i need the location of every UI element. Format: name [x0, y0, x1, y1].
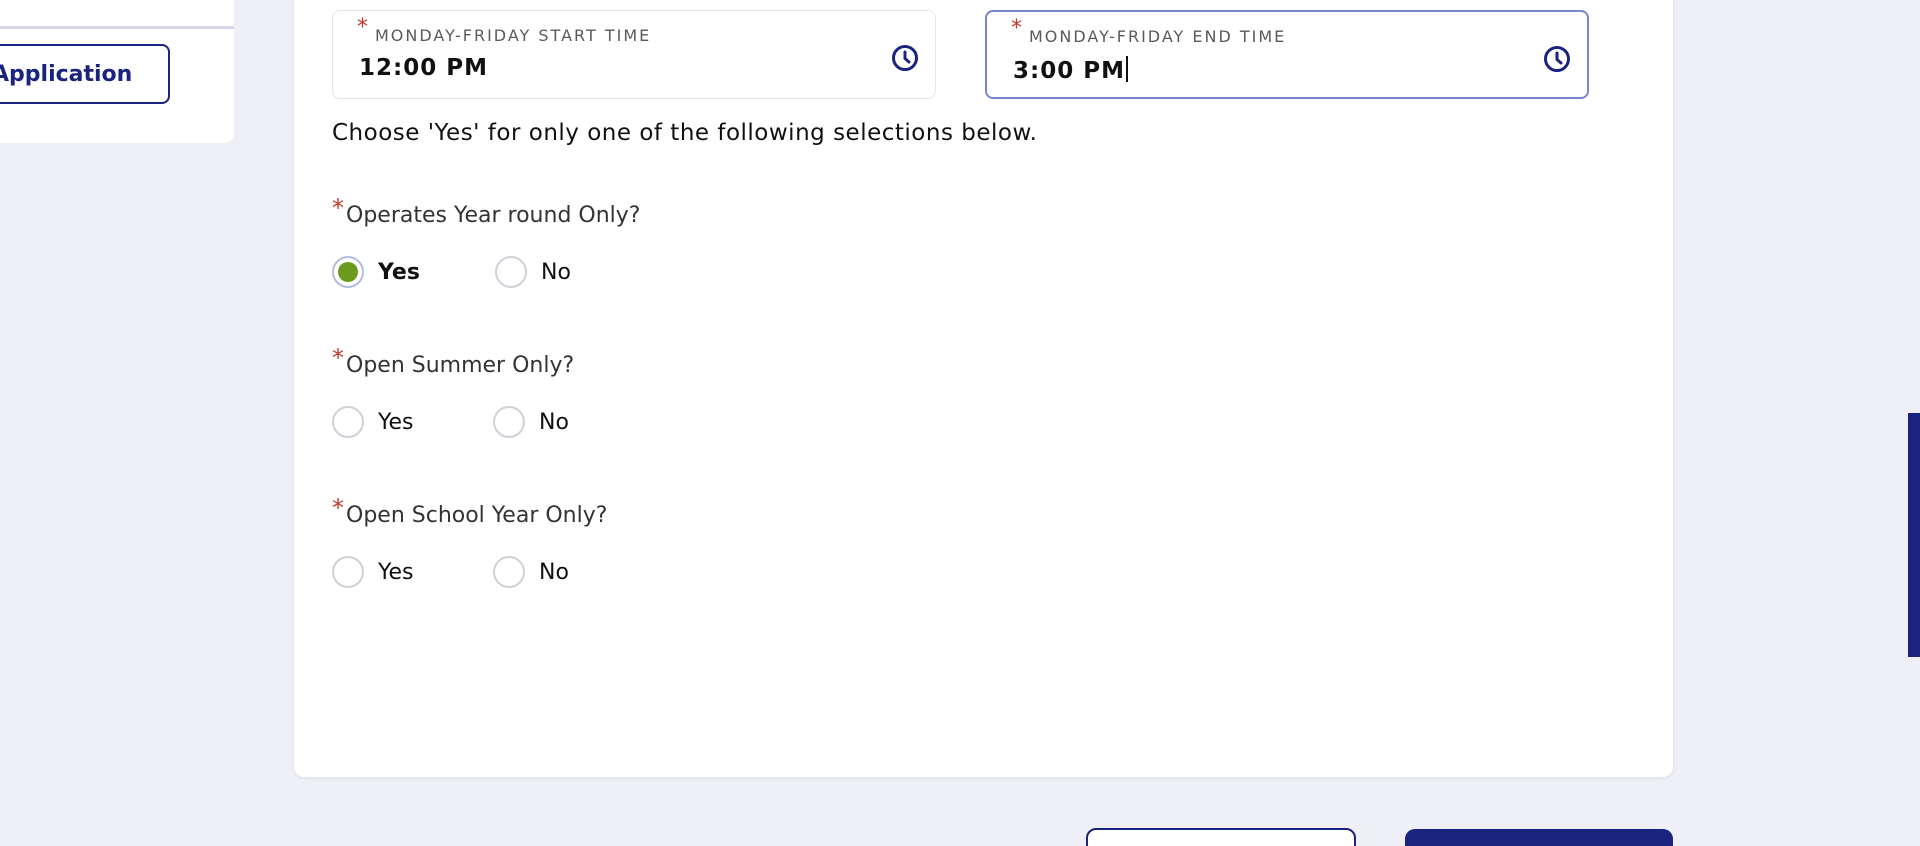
required-asterisk: * — [332, 344, 344, 372]
radio-group-school-year: Yes No — [332, 552, 932, 592]
radio-label: No — [541, 259, 571, 285]
question-school-year: *Open School Year Only? — [332, 494, 607, 528]
radio-school-year-yes[interactable]: Yes — [332, 552, 414, 592]
radio-school-year-no[interactable]: No — [493, 552, 569, 592]
radio-button[interactable] — [493, 406, 525, 438]
radio-button[interactable] — [332, 556, 364, 588]
application-button[interactable]: Application — [0, 44, 170, 104]
end-time-value: 3:00 PM — [1013, 58, 1125, 84]
question-year-round: *Operates Year round Only? — [332, 194, 640, 228]
radio-label: Yes — [378, 559, 414, 585]
question-label: Open School Year Only? — [346, 503, 608, 528]
required-asterisk: * — [1011, 16, 1022, 41]
text-cursor — [1125, 56, 1128, 82]
question-summer: *Open Summer Only? — [332, 344, 574, 378]
application-button-label: Application — [0, 61, 133, 87]
clock-icon[interactable] — [891, 44, 919, 72]
radio-group-year-round: Yes No — [332, 252, 932, 292]
secondary-action-button[interactable] — [1086, 828, 1356, 846]
sidebar-panel: Application — [0, 0, 234, 143]
radio-label: No — [539, 409, 569, 435]
radio-button[interactable] — [493, 556, 525, 588]
required-asterisk: * — [332, 194, 344, 222]
question-label: Open Summer Only? — [346, 353, 575, 378]
radio-label: Yes — [378, 409, 414, 435]
page: Application * MONDAY-FRIDAY START TIME 1… — [0, 0, 1920, 846]
radio-summer-no[interactable]: No — [493, 402, 569, 442]
radio-selected-dot — [338, 262, 358, 282]
primary-action-button[interactable] — [1405, 829, 1673, 846]
clock-icon[interactable] — [1543, 45, 1571, 73]
radio-summer-yes[interactable]: Yes — [332, 402, 414, 442]
end-time-label: MONDAY-FRIDAY END TIME — [1029, 27, 1287, 46]
end-time-field[interactable]: * MONDAY-FRIDAY END TIME 3:00 PM — [985, 10, 1589, 99]
instruction-text: Choose 'Yes' for only one of the followi… — [332, 120, 1038, 146]
form-card: * MONDAY-FRIDAY START TIME 12:00 PM * MO… — [294, 0, 1673, 777]
start-time-label: MONDAY-FRIDAY START TIME — [375, 26, 652, 45]
radio-button[interactable] — [495, 256, 527, 288]
radio-year-round-no[interactable]: No — [495, 252, 571, 292]
required-asterisk: * — [357, 15, 368, 40]
end-time-input[interactable]: 3:00 PM — [1013, 56, 1128, 84]
scrollbar-thumb[interactable] — [1908, 413, 1920, 657]
radio-button-checked[interactable] — [332, 256, 364, 288]
radio-label: No — [539, 559, 569, 585]
start-time-field[interactable]: * MONDAY-FRIDAY START TIME 12:00 PM — [332, 10, 936, 99]
radio-group-summer: Yes No — [332, 402, 932, 442]
required-asterisk: * — [332, 494, 344, 522]
radio-year-round-yes[interactable]: Yes — [332, 252, 420, 292]
question-label: Operates Year round Only? — [346, 203, 641, 228]
radio-button[interactable] — [332, 406, 364, 438]
radio-label: Yes — [378, 259, 420, 285]
sidebar-divider — [0, 26, 234, 29]
start-time-value[interactable]: 12:00 PM — [359, 55, 488, 81]
